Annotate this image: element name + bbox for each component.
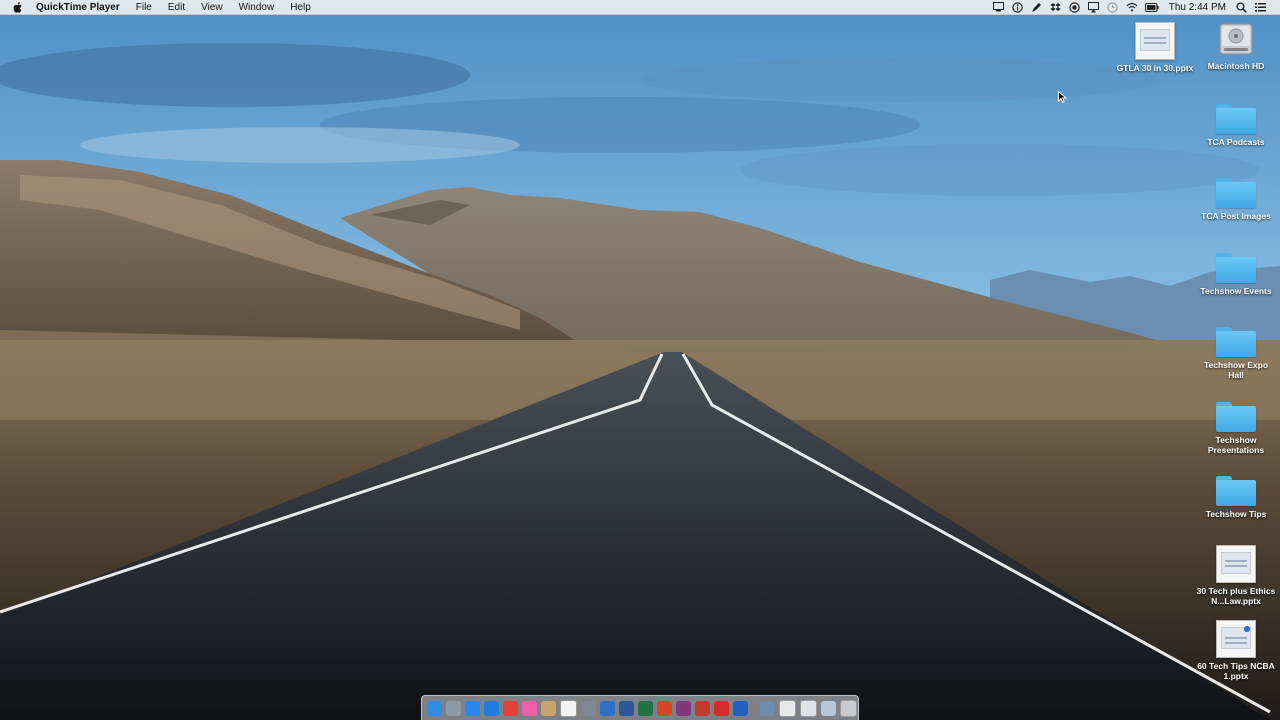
display-icon[interactable] — [992, 2, 1004, 13]
desktop-item-tca-podcasts[interactable]: TCA Podcasts — [1196, 104, 1276, 147]
menu-view[interactable]: View — [193, 0, 231, 15]
preferences-icon[interactable] — [581, 700, 596, 716]
status-area: Thu 2:44 PM — [989, 0, 1280, 15]
acrobat-icon[interactable] — [714, 700, 729, 716]
folder-icon — [1216, 104, 1256, 134]
chrome-icon[interactable] — [503, 700, 518, 716]
browser-icon[interactable] — [733, 700, 748, 716]
notes-icon[interactable] — [541, 700, 556, 716]
desktop-item-label: Techshow Expo Hall — [1203, 360, 1269, 380]
menu-bar: QuickTime Player File Edit View Window H… — [0, 0, 1280, 15]
desktop-item-techshow-presentations[interactable]: Techshow Presentations — [1196, 402, 1276, 455]
desktop-item-tca-post-images[interactable]: TCA Post Images — [1196, 178, 1276, 221]
desktop-item-60-tech-tips-pptx[interactable]: 60 Tech Tips NCBA 1.pptx — [1196, 620, 1276, 681]
desktop-item-label: 30 Tech plus Ethics N...Law.pptx — [1196, 586, 1276, 606]
timemachine-icon[interactable] — [1107, 1, 1118, 13]
safari-icon[interactable] — [465, 700, 480, 716]
menubar-clock[interactable]: Thu 2:44 PM — [1163, 0, 1232, 15]
powerpoint-icon[interactable] — [657, 700, 672, 716]
presentation-file-icon — [1216, 545, 1256, 583]
menu-app-name[interactable]: QuickTime Player — [24, 0, 128, 15]
desktop-item-techshow-tips[interactable]: Techshow Tips — [1196, 476, 1276, 519]
pen-icon[interactable] — [1031, 2, 1042, 13]
launchpad-icon[interactable] — [446, 700, 461, 716]
desktop-item-label: GTLA 30 in 30.pptx — [1116, 63, 1194, 73]
desktop-item-label: TCA Podcasts — [1207, 137, 1265, 147]
dropbox-icon[interactable] — [1050, 2, 1061, 13]
wifi-icon[interactable] — [1126, 2, 1137, 13]
folder-icon — [1216, 476, 1256, 506]
desktop-item-label: Macintosh HD — [1207, 61, 1265, 71]
folder-icon — [1216, 253, 1256, 283]
presentation-file-icon — [1216, 620, 1256, 658]
menu-help[interactable]: Help — [282, 0, 319, 15]
desktop-item-label: Techshow Events — [1200, 286, 1272, 296]
info-icon[interactable] — [1012, 1, 1023, 13]
desktop-wallpaper — [0, 0, 1280, 720]
menu-file[interactable]: File — [128, 0, 160, 15]
calendar-icon[interactable] — [560, 699, 577, 717]
pdfpen-icon[interactable] — [695, 700, 710, 716]
battery-icon[interactable] — [1144, 2, 1159, 13]
desktop-item-label: Techshow Presentations — [1207, 435, 1265, 455]
menu-edit[interactable]: Edit — [160, 0, 193, 15]
folder-icon — [1216, 402, 1256, 432]
desktop-item-techshow-events[interactable]: Techshow Events — [1196, 253, 1276, 296]
desktop-item-label: TCA Post Images — [1201, 211, 1271, 221]
finder-icon[interactable] — [427, 700, 442, 716]
desktop-item-techshow-expo-hall[interactable]: Techshow Expo Hall — [1196, 327, 1276, 380]
onenote-icon[interactable] — [676, 700, 691, 716]
notification-center-icon[interactable] — [1255, 2, 1266, 13]
presentation-file-icon — [1135, 22, 1175, 60]
folder-icon — [1216, 178, 1256, 208]
airplay-icon[interactable] — [1087, 1, 1099, 13]
hard-drive-icon — [1218, 20, 1254, 58]
screenshot-icon[interactable] — [760, 700, 775, 716]
folder-stack-icon[interactable] — [821, 700, 836, 716]
apple-icon[interactable] — [12, 0, 24, 15]
excel-icon[interactable] — [638, 700, 653, 716]
desktop-item-gtla-pptx[interactable]: GTLA 30 in 30.pptx — [1115, 22, 1195, 73]
downloads-icon[interactable] — [800, 699, 817, 717]
dock — [421, 695, 859, 720]
trash-icon[interactable] — [840, 699, 857, 717]
vlc-icon[interactable] — [600, 700, 615, 716]
menu-window[interactable]: Window — [231, 0, 283, 15]
desktop-item-label: 60 Tech Tips NCBA 1.pptx — [1197, 661, 1275, 681]
folder-icon — [1216, 327, 1256, 357]
word-icon[interactable] — [619, 700, 634, 716]
desktop-item-label: Techshow Tips — [1205, 509, 1267, 519]
document-stack-icon[interactable] — [779, 699, 796, 717]
record-icon[interactable] — [1069, 1, 1080, 13]
spotlight-icon[interactable] — [1236, 1, 1247, 13]
desktop-item-30-tech-plus-ethics-pptx[interactable]: 30 Tech plus Ethics N...Law.pptx — [1196, 545, 1276, 606]
itunes-icon[interactable] — [522, 700, 537, 716]
mouse-cursor-icon — [1058, 90, 1068, 103]
appstore-icon[interactable] — [484, 700, 499, 716]
desktop-item-macintosh-hd[interactable]: Macintosh HD — [1196, 20, 1276, 71]
